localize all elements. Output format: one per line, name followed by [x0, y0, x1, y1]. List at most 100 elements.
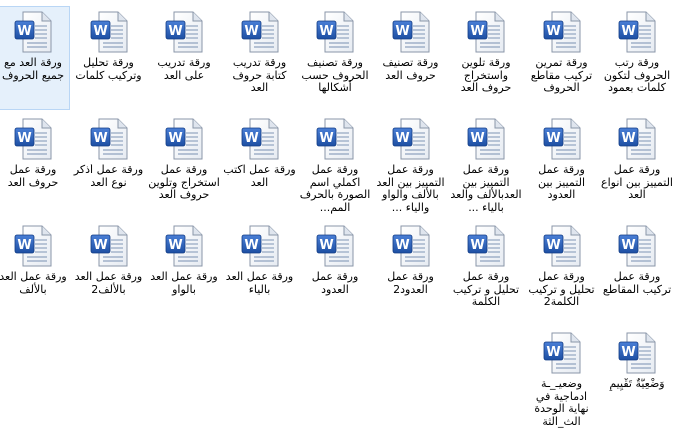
file-name: ورقة عمل تحليل و تركيب الكلمة [452, 271, 520, 308]
file-name: ورقة عمل أذكر نوع العد [73, 164, 144, 189]
word-document-icon: W [617, 332, 657, 374]
word-document-icon: W [13, 225, 53, 267]
file-item[interactable]: W ورقة عمل تحليل و تركيب الكلمة2 [523, 220, 599, 324]
word-document-icon: W [391, 11, 431, 53]
file-item[interactable]: W ورقة العد مع جميع الحروف [0, 6, 70, 110]
file-item[interactable]: W ورقة عمل اكتب العد [221, 113, 297, 217]
word-document-icon: W [466, 118, 506, 160]
file-item[interactable]: W ورقة تمرين تركيب مقاطع الحروف [523, 6, 599, 110]
file-item[interactable]: W ورقة عمل العد بالواو [145, 220, 221, 324]
svg-text:W: W [168, 131, 182, 146]
svg-text:W: W [244, 24, 258, 39]
svg-text:W: W [168, 238, 182, 253]
file-name: ورقة تدريب كتابة حروف العد [232, 57, 287, 94]
svg-text:W: W [17, 131, 31, 146]
file-item[interactable]: W ورقة عمل اكملي اسم الصورة بالحرف المم.… [296, 113, 372, 217]
file-item[interactable]: W ورقة عمل التمييز بين انواع العد [598, 113, 674, 217]
file-item[interactable]: W ورقة عمل العد بالياء [221, 220, 297, 324]
word-document-icon: W [164, 118, 204, 160]
svg-text:W: W [470, 238, 484, 253]
word-document-icon: W [89, 11, 129, 53]
svg-text:W: W [93, 24, 107, 39]
svg-text:W: W [546, 24, 560, 39]
svg-text:W: W [319, 131, 333, 146]
file-name: ورقة عمل اكتب العد [223, 164, 296, 189]
svg-text:W: W [17, 238, 31, 253]
file-item[interactable]: W ورقة تصنيف الحروف حسب أشكالها [296, 6, 372, 110]
file-item[interactable]: W ورقة عمل حروف العد [0, 113, 70, 217]
word-document-icon: W [240, 225, 280, 267]
word-document-icon: W [164, 11, 204, 53]
file-name: ورقة تحليل وتركيب كلمات [75, 57, 142, 82]
word-document-icon: W [542, 332, 582, 374]
svg-text:W: W [470, 24, 484, 39]
file-item[interactable]: W ورقة رتب الحروف لتكون كلمات بعمود [598, 6, 674, 110]
svg-text:W: W [470, 131, 484, 146]
file-item[interactable]: W ورقة تدريب كتابة حروف العد [221, 6, 297, 110]
word-document-icon: W [617, 118, 657, 160]
file-name: ورقة تصنيف الحروف حسب أشكالها [301, 57, 369, 94]
file-name: ورقة رتب الحروف لتكون كلمات بعمود [603, 57, 671, 94]
file-item[interactable]: W ورقة تصنيف حروف العد [372, 6, 448, 110]
file-name: ورقة تصنيف حروف العد [382, 57, 439, 82]
word-document-icon: W [13, 11, 53, 53]
svg-text:W: W [93, 238, 107, 253]
word-document-icon: W [89, 225, 129, 267]
file-name: ورقة عمل استخراج وتلوين حروف العد [148, 164, 220, 201]
svg-text:W: W [546, 131, 560, 146]
svg-text:W: W [546, 345, 560, 360]
file-grid: W ورقة رتب الحروف لتكون كلمات بعمود W ور… [0, 0, 677, 448]
file-name: ورقة عمل تركيب المقاطع [602, 271, 672, 296]
file-name: ورقة عمل التمييز بين انواع العد [601, 164, 673, 201]
file-item[interactable]: W ورقة عمل أذكر نوع العد [70, 113, 146, 217]
file-item[interactable]: W ورقة عمل التمييز بين العدبالألف والعد … [447, 113, 523, 217]
file-item[interactable]: W ورقة تدريب على العد [145, 6, 221, 110]
file-name: ورقة عمل العدود2 [387, 271, 434, 296]
word-document-icon: W [164, 225, 204, 267]
file-name: ورقة عمل تحليل و تركيب الكلمة2 [528, 271, 595, 308]
file-item[interactable]: W ورقة عمل تحليل و تركيب الكلمة [447, 220, 523, 324]
word-document-icon: W [89, 118, 129, 160]
file-item[interactable]: W ورقة تلوين واستخراج حروف العد [447, 6, 523, 110]
svg-text:W: W [546, 238, 560, 253]
file-item[interactable]: W ورقة عمل التمييز بين العد بالألف والوا… [372, 113, 448, 217]
file-item[interactable]: W ورقة عمل العد بالألف2 [70, 220, 146, 324]
svg-text:W: W [319, 24, 333, 39]
file-item[interactable]: W ورقة عمل التمييز بين العدود [523, 113, 599, 217]
svg-text:W: W [168, 24, 182, 39]
file-name: ورقة عمل العد بالياء [225, 271, 294, 296]
file-name: ورقة تدريب على العد [157, 57, 211, 82]
svg-text:W: W [621, 238, 635, 253]
file-name: ورقة عمل التمييز بين العدبالألف والعد با… [450, 164, 522, 214]
file-item[interactable]: W ورقة عمل استخراج وتلوين حروف العد [145, 113, 221, 217]
file-name: ورقة تمرين تركيب مقاطع الحروف [530, 57, 593, 94]
file-name: وضعيـ_ـة ادماجية في نهاية الوحدة الث_الث… [534, 378, 589, 428]
file-name: ورقة عمل العد بالألف2 [74, 271, 143, 296]
svg-text:W: W [244, 238, 258, 253]
file-name: ورقة عمل حروف العد [7, 164, 59, 189]
word-document-icon: W [240, 11, 280, 53]
word-document-icon: W [315, 11, 355, 53]
file-name: وَضْعِيَّةٌ تَقْيِيمٍ [609, 378, 665, 390]
file-item[interactable]: W ورقة عمل العد بالألف [0, 220, 70, 324]
word-document-icon: W [542, 225, 582, 267]
file-item[interactable]: W ورقة عمل تركيب المقاطع [598, 220, 674, 324]
file-name: ورقة العد مع جميع الحروف [1, 57, 65, 82]
word-document-icon: W [542, 11, 582, 53]
file-item[interactable]: W ورقة تحليل وتركيب كلمات [70, 6, 146, 110]
file-name: ورقة عمل التمييز بين العدود [537, 164, 586, 201]
file-item[interactable]: W ورقة عمل العدود2 [372, 220, 448, 324]
word-document-icon: W [240, 118, 280, 160]
file-name: ورقة تلوين واستخراج حروف العد [460, 57, 512, 94]
word-document-icon: W [466, 11, 506, 53]
file-item[interactable]: W وضعيـ_ـة ادماجية في نهاية الوحدة الث_ا… [523, 327, 599, 431]
file-item[interactable]: W ورقة عمل العدود [296, 220, 372, 324]
svg-text:W: W [395, 238, 409, 253]
svg-text:W: W [621, 24, 635, 39]
svg-text:W: W [93, 131, 107, 146]
svg-text:W: W [244, 131, 258, 146]
file-item[interactable]: W وَضْعِيَّةٌ تَقْيِيمٍ [598, 327, 674, 431]
word-document-icon: W [617, 225, 657, 267]
word-document-icon: W [617, 11, 657, 53]
svg-text:W: W [395, 131, 409, 146]
